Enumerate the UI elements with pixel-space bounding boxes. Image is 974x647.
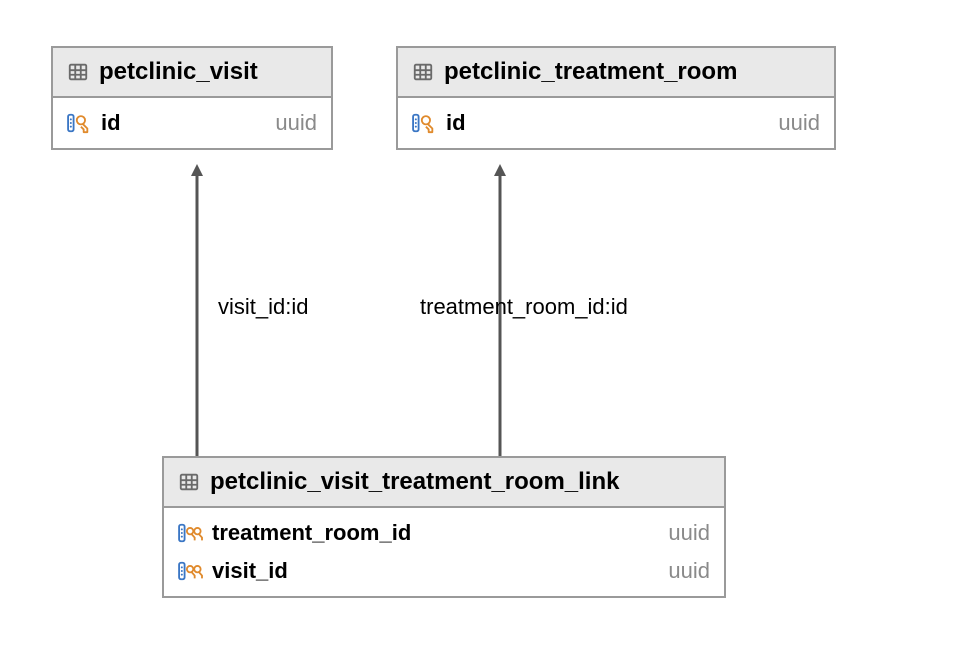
column-name: id <box>446 110 466 136</box>
table-petclinic-treatment-room[interactable]: petclinic_treatment_room id uuid <box>396 46 836 150</box>
table-petclinic-visit[interactable]: petclinic_visit id uuid <box>51 46 333 150</box>
table-header: petclinic_treatment_room <box>398 48 834 98</box>
foreign-key-column-icon <box>178 560 204 582</box>
foreign-key-column-icon <box>178 522 204 544</box>
table-column-row[interactable]: visit_id uuid <box>164 552 724 590</box>
table-icon <box>67 61 89 83</box>
relation-label-visit: visit_id:id <box>218 294 308 320</box>
table-title: petclinic_treatment_room <box>444 58 737 86</box>
column-type: uuid <box>668 558 710 584</box>
primary-key-column-icon <box>67 112 93 134</box>
table-icon <box>178 471 200 493</box>
table-title: petclinic_visit_treatment_room_link <box>210 468 619 496</box>
table-column-row[interactable]: id uuid <box>398 104 834 142</box>
table-title: petclinic_visit <box>99 58 258 86</box>
column-name: id <box>101 110 121 136</box>
primary-key-column-icon <box>412 112 438 134</box>
column-type: uuid <box>778 110 820 136</box>
relation-label-treatment-room: treatment_room_id:id <box>420 294 628 320</box>
table-petclinic-visit-treatment-room-link[interactable]: petclinic_visit_treatment_room_link trea… <box>162 456 726 598</box>
table-icon <box>412 61 434 83</box>
er-diagram-canvas: visit_id:id treatment_room_id:id petclin… <box>0 0 974 647</box>
table-columns: id uuid <box>398 98 834 148</box>
column-type: uuid <box>275 110 317 136</box>
table-columns: id uuid <box>53 98 331 148</box>
table-columns: treatment_room_id uuid visit_id uuid <box>164 508 724 596</box>
table-header: petclinic_visit_treatment_room_link <box>164 458 724 508</box>
column-type: uuid <box>668 520 710 546</box>
column-name: treatment_room_id <box>212 520 411 546</box>
table-header: petclinic_visit <box>53 48 331 98</box>
column-name: visit_id <box>212 558 288 584</box>
table-column-row[interactable]: id uuid <box>53 104 331 142</box>
table-column-row[interactable]: treatment_room_id uuid <box>164 514 724 552</box>
